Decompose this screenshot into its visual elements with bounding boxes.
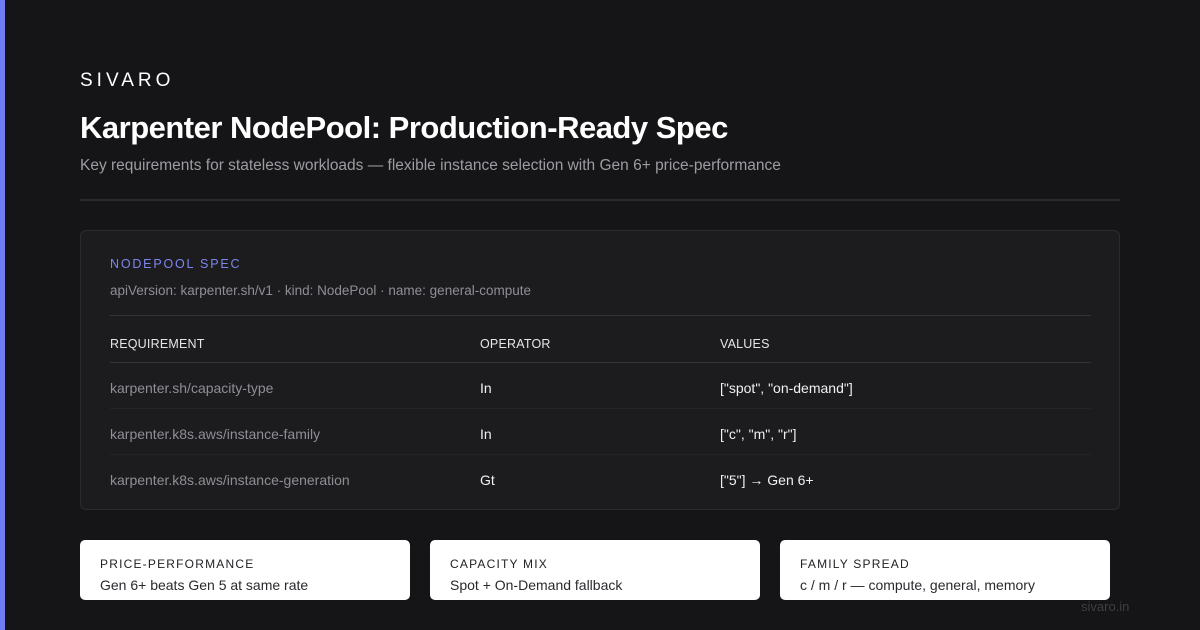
brand-logo: SIVARO [80,70,175,91]
card-value: Gen 6+ beats Gen 5 at same rate [100,577,309,593]
table-row: karpenter.k8s.aws/instance-family In ["c… [110,409,1091,455]
footer-url: sivaro.in [1081,599,1130,614]
column-header-operator: OPERATOR [480,337,551,351]
operator-cell: Gt [480,472,495,488]
requirements-table: REQUIREMENT OPERATOR VALUES karpenter.sh… [110,331,1091,501]
family-spread-card: FAMILY SPREAD c / m / r — compute, gener… [780,540,1110,600]
column-header-requirement: REQUIREMENT [110,337,205,351]
table-header: REQUIREMENT OPERATOR VALUES [110,331,1091,363]
values-cell: ["5"] → Gen 6+ [720,472,814,488]
operator-cell: In [480,380,492,396]
card-label: PRICE-PERFORMANCE [100,557,255,571]
table-row: karpenter.sh/capacity-type In ["spot", "… [110,363,1091,409]
nodepool-spec-card: NODEPOOL SPEC apiVersion: karpenter.sh/v… [80,230,1120,510]
price-performance-card: PRICE-PERFORMANCE Gen 6+ beats Gen 5 at … [80,540,410,600]
operator-cell: In [480,426,492,442]
capacity-mix-card: CAPACITY MIX Spot + On-Demand fallback [430,540,760,600]
values-cell: ["spot", "on-demand"] [720,380,853,396]
column-header-values: VALUES [720,337,770,351]
card-value: c / m / r — compute, general, memory [800,577,1035,593]
spec-label: NODEPOOL SPEC [110,257,242,271]
page-title: Karpenter NodePool: Production-Ready Spe… [80,110,728,145]
accent-bar [0,0,5,630]
page-subtitle: Key requirements for stateless workloads… [80,157,781,174]
header-divider [80,199,1120,201]
requirement-cell: karpenter.k8s.aws/instance-family [110,426,321,442]
card-label: FAMILY SPREAD [800,557,910,571]
spec-meta: apiVersion: karpenter.sh/v1 · kind: Node… [110,283,531,298]
table-row: karpenter.k8s.aws/instance-generation Gt… [110,455,1091,501]
values-cell: ["c", "m", "r"] [720,426,797,442]
card-label: CAPACITY MIX [450,557,548,571]
spec-divider [110,315,1091,316]
requirement-cell: karpenter.k8s.aws/instance-generation [110,472,350,488]
requirement-cell: karpenter.sh/capacity-type [110,380,274,396]
card-value: Spot + On-Demand fallback [450,577,623,593]
